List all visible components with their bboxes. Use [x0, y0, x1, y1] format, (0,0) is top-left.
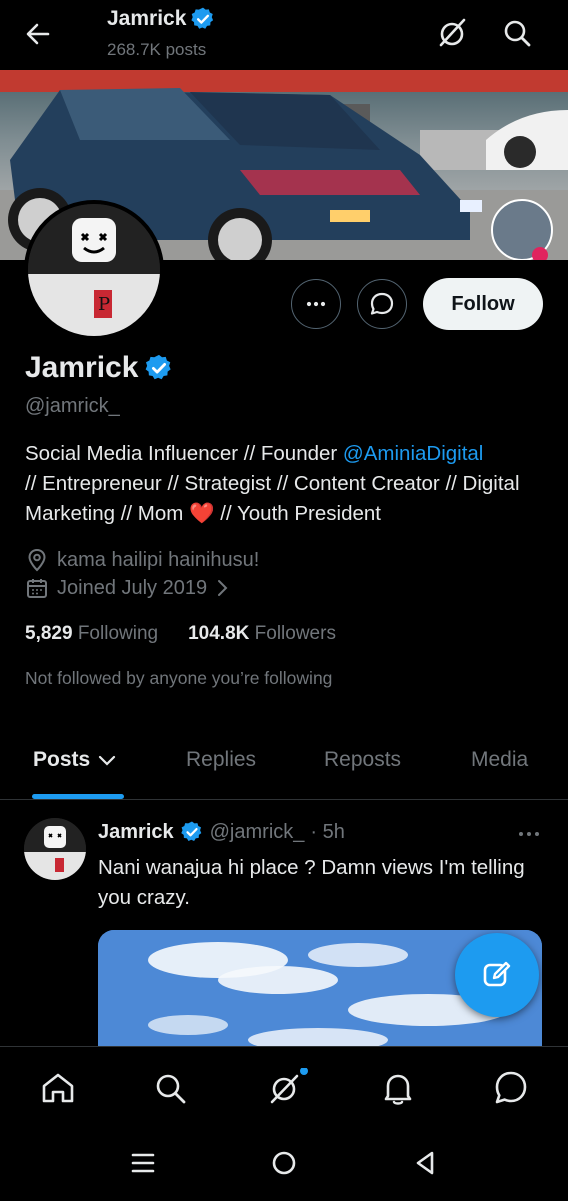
post-avatar[interactable]	[24, 818, 86, 880]
post-author-handle: @jamrick_	[209, 820, 305, 843]
nav-grok[interactable]	[264, 1068, 308, 1108]
arrow-left-icon	[26, 23, 50, 45]
home-circle-icon	[272, 1151, 296, 1175]
following-label: Following	[77, 623, 159, 644]
bio-text: Social Media Influencer // Founder	[25, 442, 343, 465]
post-time: · 5h	[310, 820, 345, 843]
nav-notifications[interactable]	[378, 1068, 418, 1108]
profile-name-row: Jamrick	[25, 351, 174, 385]
tab-posts[interactable]: Posts	[33, 748, 118, 772]
back-button[interactable]	[18, 14, 58, 54]
header-name: Jamrick	[107, 7, 187, 30]
more-dots-icon	[306, 301, 326, 307]
profile-bio: Social Media Influencer // Founder @Amin…	[25, 439, 555, 529]
nav-search[interactable]	[151, 1068, 191, 1108]
chevron-down-icon	[99, 755, 116, 766]
recents-icon	[131, 1153, 155, 1173]
following-count: 5,829	[25, 623, 73, 644]
compose-post-button[interactable]	[455, 933, 539, 1017]
profile-handle: @jamrick_	[25, 395, 120, 417]
not-followed-note: Not followed by anyone you’re following	[25, 668, 333, 688]
joined-text: Joined July 2019	[57, 576, 208, 599]
system-back-button[interactable]	[410, 1148, 440, 1178]
calendar-icon	[27, 579, 47, 598]
follow-button[interactable]: Follow	[423, 278, 543, 330]
chevron-right-icon	[218, 580, 228, 596]
search-icon	[504, 20, 531, 47]
profile-joined[interactable]: Joined July 2019	[25, 576, 231, 600]
post-author-name[interactable]: Jamrick	[98, 821, 174, 844]
marshmello-avatar-image: P	[28, 204, 160, 336]
profile-location: kama hailipi hainihusu!	[25, 548, 259, 572]
bio-text: // Youth President	[214, 502, 381, 525]
more-options-button[interactable]	[291, 279, 341, 329]
home-icon	[42, 1073, 74, 1103]
grok-button[interactable]	[433, 14, 471, 52]
grok-icon	[439, 18, 466, 47]
message-button[interactable]	[357, 279, 407, 329]
profile-stats: 5,829 Following 104.8K Followers	[25, 623, 336, 645]
bio-mention-link[interactable]: @AminiaDigital	[343, 442, 483, 465]
message-bubble-icon	[370, 292, 394, 315]
svg-text:P: P	[98, 294, 110, 315]
notifications-icon	[384, 1074, 412, 1105]
tab-posts-label: Posts	[33, 748, 91, 771]
profile-avatar[interactable]: P	[24, 200, 164, 340]
post-more-button[interactable]	[516, 822, 542, 846]
posts-count: 268.7K posts	[107, 40, 207, 59]
following-link[interactable]: 5,829 Following	[25, 623, 158, 645]
tabs-divider	[0, 799, 568, 800]
compose-icon	[483, 961, 511, 987]
messages-icon	[495, 1071, 527, 1104]
back-triangle-icon	[416, 1151, 434, 1175]
header-title: Jamrick	[107, 6, 216, 32]
nav-messages[interactable]	[491, 1068, 531, 1108]
search-button[interactable]	[499, 14, 537, 52]
system-home-button[interactable]	[269, 1148, 299, 1178]
verified-badge-icon	[191, 7, 214, 29]
followers-count: 104.8K	[188, 623, 250, 644]
tab-reposts[interactable]: Reposts	[324, 748, 401, 772]
post-header: Jamrick @jamrick_ · 5h	[98, 820, 345, 844]
verified-badge-icon[interactable]	[144, 353, 174, 383]
location-text: kama hailipi hainihusu!	[57, 548, 260, 571]
tab-media[interactable]: Media	[471, 748, 528, 772]
profile-name: Jamrick	[25, 351, 139, 384]
tab-replies[interactable]: Replies	[186, 748, 256, 772]
more-dots-icon	[519, 832, 539, 836]
verified-badge-icon	[180, 821, 201, 841]
grok-icon	[270, 1068, 308, 1104]
followers-label: Followers	[254, 623, 336, 644]
system-recents-button[interactable]	[128, 1148, 158, 1178]
nav-home[interactable]	[38, 1068, 78, 1108]
marshmello-avatar-image	[24, 818, 86, 880]
heart-emoji: ❤️	[189, 502, 215, 525]
post-text: Nani wanajua hi place ? Damn views I'm t…	[98, 856, 525, 909]
search-icon	[156, 1074, 186, 1104]
location-pin-icon	[28, 548, 46, 572]
followers-link[interactable]: 104.8K Followers	[188, 623, 336, 645]
